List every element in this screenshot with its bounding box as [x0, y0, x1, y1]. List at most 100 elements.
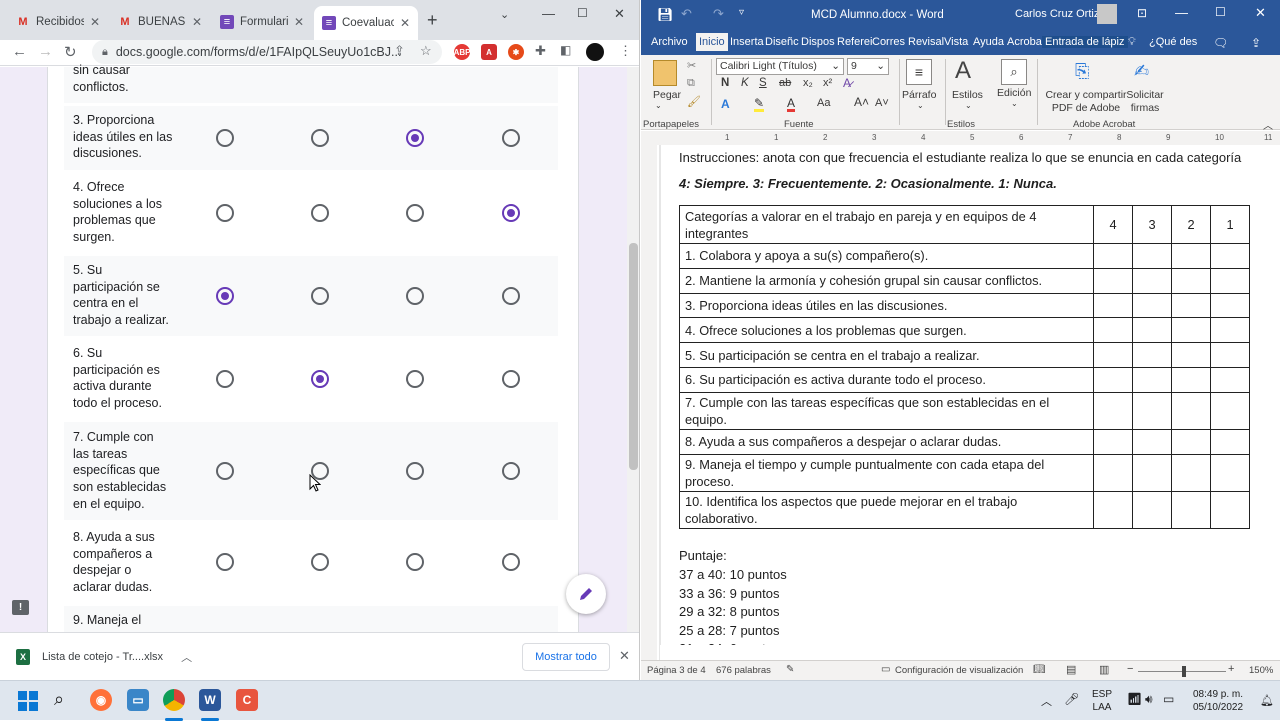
microphone-icon[interactable]: 🎤︎	[1064, 692, 1079, 706]
pdf-extension-icon[interactable]: A	[481, 44, 497, 60]
table-cell-score[interactable]	[1132, 391, 1172, 430]
close-icon[interactable]: ✕	[84, 15, 100, 29]
table-cell-score[interactable]	[1210, 453, 1250, 492]
chevron-down-icon[interactable]: ⌄	[965, 101, 972, 110]
bold-button[interactable]: N	[721, 77, 729, 89]
collapse-ribbon-icon[interactable]: ︿	[1263, 117, 1273, 132]
table-cell-score[interactable]	[1132, 267, 1172, 294]
radio-option-row7-col1[interactable]	[216, 462, 234, 480]
radio-option-row8-col4[interactable]	[502, 553, 520, 571]
tab-gmail-buenas[interactable]: M BUENAS TA ✕	[110, 8, 210, 36]
table-cell-score[interactable]	[1132, 490, 1172, 529]
show-all-button[interactable]: Mostrar todo	[522, 643, 610, 671]
lightbulb-icon[interactable]: 💡︎	[1128, 36, 1136, 49]
table-cell-category[interactable]: 7. Cumple con las tareas específicas que…	[679, 391, 1094, 430]
download-item[interactable]: X Lista de cotejo - Tr....xlsx ︿	[16, 649, 192, 665]
italic-button[interactable]: K	[741, 77, 749, 89]
table-cell-category[interactable]: 8. Ayuda a sus compañeros a despejar o a…	[679, 428, 1094, 455]
customize-qat-icon[interactable]: ▿	[739, 7, 744, 18]
comments-icon[interactable]: 🗨︎	[1213, 36, 1228, 50]
chevron-down-icon[interactable]: ⌄	[917, 101, 924, 110]
reload-icon[interactable]: ↻	[64, 43, 77, 61]
table-cell-category[interactable]: 1. Colabora y apoya a su(s) compañero(s)…	[679, 243, 1094, 269]
table-cell-score[interactable]	[1093, 292, 1133, 319]
tab-ayuda[interactable]: Ayuda	[973, 36, 1004, 48]
table-cell-score[interactable]	[1132, 428, 1172, 455]
web-layout-icon[interactable]: ▥	[1099, 663, 1109, 676]
table-cell-category[interactable]: 4. Ofrece soluciones a los problemas que…	[679, 317, 1094, 344]
save-icon[interactable]: 💾︎	[657, 7, 674, 23]
table-cell-score[interactable]	[1132, 453, 1172, 492]
radio-option-row7-col3[interactable]	[406, 462, 424, 480]
window-close-button[interactable]: ✕	[614, 6, 625, 22]
clock[interactable]: 08:49 p. m. 05/10/2022	[1186, 688, 1250, 714]
radio-option-row8-col1[interactable]	[216, 553, 234, 571]
create-pdf-icon[interactable]: ⎘	[1075, 61, 1089, 82]
table-cell-score[interactable]	[1210, 243, 1250, 269]
feedback-icon[interactable]: !	[12, 600, 29, 615]
camtasia-icon[interactable]: C	[236, 689, 258, 711]
table-cell-score[interactable]	[1210, 428, 1250, 455]
minimize-button[interactable]: —	[1175, 5, 1188, 20]
table-cell-score[interactable]	[1171, 391, 1211, 430]
radio-option-row4-col4[interactable]	[502, 204, 520, 222]
language-indicator[interactable]: ESP LAA	[1090, 688, 1114, 714]
tab-coevaluacion[interactable]: ≡ Coevaluaci ✕	[314, 6, 418, 40]
battery-icon[interactable]: ▭	[1163, 692, 1174, 706]
radio-option-row5-col2[interactable]	[311, 287, 329, 305]
minimize-button[interactable]: —	[542, 6, 555, 21]
radio-option-row8-col3[interactable]	[406, 553, 424, 571]
paste-icon[interactable]	[653, 60, 677, 86]
tab-inicio[interactable]: Inicio	[696, 33, 728, 51]
request-signature-label-2[interactable]: firmas	[1125, 102, 1165, 114]
table-cell-score[interactable]	[1093, 453, 1133, 492]
tab-entrada-lapiz[interactable]: Entrada de lápiz	[1042, 36, 1128, 48]
radio-option-row3-col2[interactable]	[311, 129, 329, 147]
profile-avatar[interactable]	[586, 43, 604, 61]
file-explorer-icon[interactable]: ▭	[127, 689, 149, 711]
table-cell-score[interactable]	[1093, 490, 1133, 529]
radio-option-row3-col4[interactable]	[502, 129, 520, 147]
firefox-icon[interactable]: ◉	[90, 689, 112, 711]
table-cell-score[interactable]	[1210, 317, 1250, 344]
tab-correspondencia[interactable]: Corres	[872, 36, 905, 48]
close-icon[interactable]: ✕	[288, 15, 304, 29]
tab-search-icon[interactable]: ⌄	[500, 8, 509, 21]
table-cell-score[interactable]	[1210, 292, 1250, 319]
close-downloads-icon[interactable]: ✕	[619, 648, 630, 664]
change-case-icon[interactable]: Aa	[817, 97, 830, 109]
redo-icon[interactable]: ↷	[713, 6, 724, 22]
tab-insertar[interactable]: Inserta	[730, 36, 764, 48]
table-cell-score[interactable]	[1093, 391, 1133, 430]
table-cell-score[interactable]	[1171, 490, 1211, 529]
chevron-down-icon[interactable]: ⌄	[655, 101, 662, 110]
superscript-button[interactable]: x²	[823, 77, 832, 89]
table-cell-score[interactable]	[1093, 243, 1133, 269]
sidepanel-icon[interactable]: ◧	[560, 43, 571, 57]
bookmark-star-icon[interactable]: ☆	[420, 43, 432, 59]
table-cell-score[interactable]	[1093, 428, 1133, 455]
radio-option-row6-col3[interactable]	[406, 370, 424, 388]
request-signature-icon[interactable]: ✍︎	[1134, 61, 1149, 82]
table-cell-score[interactable]	[1132, 317, 1172, 344]
read-mode-icon[interactable]: 📖︎	[1033, 664, 1046, 675]
underline-button[interactable]: S	[759, 77, 767, 89]
close-icon[interactable]: ✕	[186, 15, 202, 29]
tab-referencias[interactable]: Referei	[837, 36, 872, 48]
volume-icon[interactable]: 🔊︎	[1145, 692, 1153, 707]
table-cell-score[interactable]	[1171, 292, 1211, 319]
table-cell-score[interactable]	[1171, 366, 1211, 393]
create-pdf-label-1[interactable]: Crear y compartir	[1045, 89, 1127, 101]
copy-icon[interactable]: ⧉	[687, 77, 695, 90]
tell-me-search[interactable]: ¿Qué des	[1149, 36, 1197, 48]
radio-option-row5-col1[interactable]	[216, 287, 234, 305]
ribbon-display-icon[interactable]: ⊡	[1137, 6, 1147, 20]
radio-option-row8-col2[interactable]	[311, 553, 329, 571]
close-button[interactable]: ✕	[1255, 5, 1266, 21]
edit-pencil-button[interactable]	[566, 574, 606, 614]
menu-kebab-icon[interactable]: ⋮	[619, 43, 632, 59]
radio-option-row6-col1[interactable]	[216, 370, 234, 388]
search-icon[interactable]: ⌕	[54, 689, 64, 710]
table-cell-score[interactable]	[1093, 366, 1133, 393]
clear-format-icon[interactable]: A̷	[843, 76, 851, 90]
